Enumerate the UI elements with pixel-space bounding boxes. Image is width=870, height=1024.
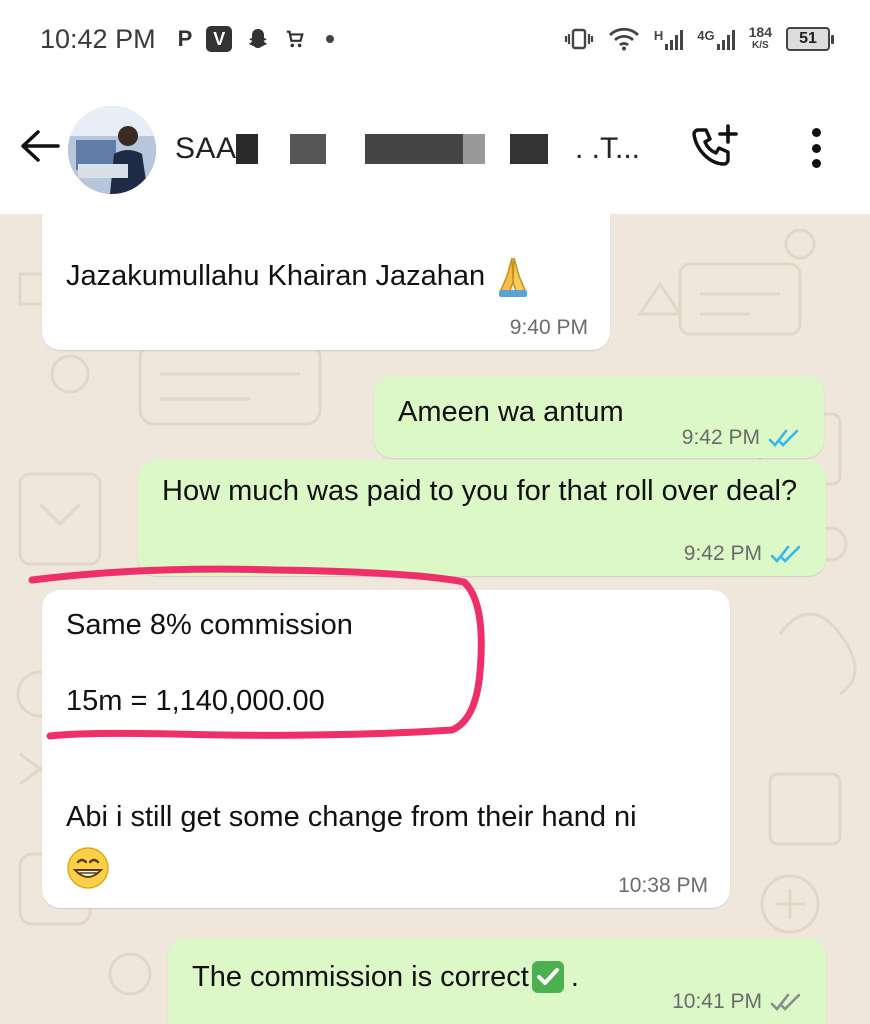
- contact-name[interactable]: SAA: [175, 132, 237, 166]
- more-notifications-dot-icon: [326, 35, 335, 43]
- status-time: 10:42 PM: [40, 23, 156, 54]
- message-time: 10:41 PM: [672, 990, 762, 1013]
- notification-icons: P V: [178, 26, 335, 52]
- network-type-label: H: [653, 28, 664, 43]
- grinning-face-emoji-icon: [67, 847, 109, 889]
- message-text: Jazakumullahu Khairan Jazahan: [66, 260, 486, 292]
- outgoing-message[interactable]: The commission is correct . 10:41 PM: [168, 938, 826, 1024]
- outgoing-message[interactable]: How much was paid to you for that roll o…: [138, 460, 826, 576]
- signal-strength-icon-2: [716, 28, 735, 50]
- message-time: 9:42 PM: [681, 426, 760, 449]
- add-call-icon[interactable]: [690, 124, 740, 172]
- read-receipt-icon: [768, 429, 799, 447]
- message-text: How much was paid to you for that roll o…: [162, 475, 798, 507]
- back-arrow-icon[interactable]: [18, 128, 60, 164]
- message-text: Same 8% commission: [66, 609, 353, 641]
- name-redaction: [365, 134, 463, 164]
- message-time: 9:42 PM: [683, 542, 762, 565]
- message-time: 10:38 PM: [618, 874, 708, 897]
- message-time: 9:40 PM: [509, 316, 588, 339]
- outgoing-message[interactable]: Ameen wa antum 9:42 PM: [374, 376, 824, 458]
- chat-header: SAA . .T...: [0, 78, 870, 214]
- chat-messages[interactable]: Jazakumullahu Khairan Jazahan 9:40 PM Am…: [0, 214, 870, 1024]
- wifi-icon: [608, 27, 639, 51]
- check-mark-button-emoji-icon: [531, 961, 564, 993]
- cart-notification-icon: [287, 30, 305, 48]
- signal-strength-icon: [665, 28, 684, 50]
- message-text: Ameen wa antum: [398, 396, 624, 428]
- name-redaction: [236, 134, 258, 164]
- name-redaction: [510, 134, 548, 164]
- paypal-notification-icon: P: [177, 26, 193, 51]
- vpn-notification-icon: V: [206, 26, 233, 52]
- battery-icon: 51: [786, 27, 834, 51]
- avatar-photo: [68, 106, 156, 194]
- network-speed-unit: K/S: [751, 40, 769, 51]
- incoming-message[interactable]: Jazakumullahu Khairan Jazahan 9:40 PM: [42, 214, 610, 350]
- name-redaction: [290, 134, 326, 164]
- system-status: H 4G 184 K/S 51: [564, 24, 834, 52]
- contact-name-suffix: . .T...: [575, 132, 641, 165]
- read-receipt-icon: [770, 545, 801, 563]
- name-redaction: [463, 134, 485, 164]
- delivered-receipt-icon: [770, 993, 801, 1011]
- message-text-suffix: .: [570, 961, 579, 993]
- status-bar: 10:42 PM P V H 4G 184 K/S 51: [0, 0, 870, 78]
- vibrate-icon: [564, 28, 594, 50]
- network-speed: 184 K/S: [748, 24, 772, 52]
- message-text: Abi i still get some change from their h…: [66, 801, 637, 833]
- folded-hands-emoji-icon: [499, 257, 528, 297]
- more-options-icon[interactable]: [800, 126, 832, 170]
- network-type-label-2: 4G: [697, 28, 715, 43]
- contact-avatar[interactable]: [68, 106, 156, 194]
- network-speed-value: 184: [748, 24, 772, 40]
- incoming-message[interactable]: Same 8% commission 15m = 1,140,000.00 Ab…: [42, 590, 730, 908]
- message-text: 15m = 1,140,000.00: [66, 685, 325, 717]
- snapchat-notification-icon: [249, 29, 268, 48]
- message-text: The commission is correct: [192, 961, 529, 993]
